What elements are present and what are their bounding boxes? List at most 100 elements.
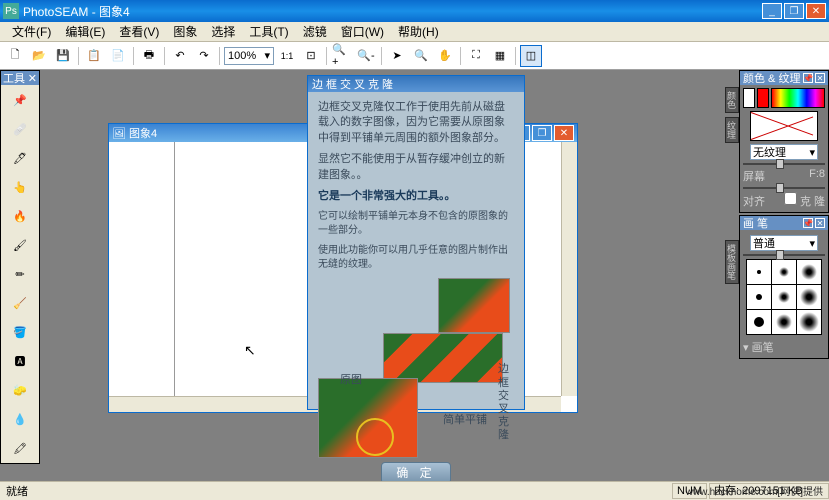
menu-filter[interactable]: 滤镜 [297,21,333,42]
background-swatch[interactable] [757,88,769,108]
stamp-tool[interactable]: 🖊 [2,144,38,172]
brush-grid [746,259,822,335]
pencil-tool[interactable]: ✏ [2,260,38,288]
vertical-scrollbar[interactable] [561,142,577,396]
screen-label: 屏幕 [743,168,765,184]
watermark: www.hackhome.com[网侠]提供 [686,483,823,498]
menu-help[interactable]: 帮助(H) [392,21,445,42]
panel-pin-icon[interactable]: 📌 [803,73,813,83]
droplet-tool[interactable]: 💧 [2,405,38,433]
brush-side-tab[interactable]: 模板画笔 [725,240,739,284]
workspace: 工具✕ 📌 🩹 🖊 👆 🔥 🖌 ✏ 🧹 🪣 🅰 🧽 💧 🖍 🖼 图象4 _ ❐ … [0,70,829,481]
dialog-body: 边框交叉克隆仅工作于使用先前从磁盘载入的数字图像，因为它需要从原图象中得到平铺单… [308,92,524,492]
title-bar: Ps PhotoSEAM - 图象4 _ ❐ ✕ [0,0,829,22]
brush-preset-2[interactable] [772,260,796,284]
dialog-text-4: 它可以绘制平铺单元本身不包含的原图象的一些部分。 [318,210,514,238]
pointer-tool[interactable]: ➤ [386,45,408,67]
texture-preview[interactable] [750,111,818,141]
brush-close-icon[interactable]: ✕ [815,218,825,228]
texture-dropdown[interactable]: 无纹理▾ [750,144,818,160]
brush-mode-dropdown[interactable]: 普通▾ [750,235,818,251]
color-spectrum[interactable] [771,88,825,108]
smudge-tool[interactable]: 👆 [2,173,38,201]
brush-preset-5[interactable] [772,285,796,309]
screen-value: F:8 [809,168,825,184]
crop-tool[interactable]: ⛶ [465,45,487,67]
zoom-input[interactable]: 100%▾ [224,47,274,65]
dialog-text-5: 使用此功能你可以用几乎任意的图片制作出无缝的纹理。 [318,244,514,272]
window-buttons: _ ❐ ✕ [762,3,826,19]
menu-edit[interactable]: 编辑(E) [59,21,111,42]
open-button[interactable]: 📂 [28,45,50,67]
label-simple-tile: 简单平铺 [443,413,487,428]
align-label: 对齐 [743,193,765,209]
copy-button[interactable]: 📋 [83,45,105,67]
dialog-illustration: 原图 简单平铺 边框 交叉 克隆 [318,278,514,458]
zoom-out-button[interactable]: 🔍- [355,45,377,67]
maximize-button[interactable]: ❐ [784,3,804,19]
canvas-maximize[interactable]: ❐ [532,125,552,141]
grid-tool[interactable]: ▦ [489,45,511,67]
clone-dialog: 边框交叉克隆 边框交叉克隆仅工作于使用先前从磁盘载入的数字图像，因为它需要从原图… [307,75,525,410]
burn-tool[interactable]: 🔥 [2,202,38,230]
save-button[interactable]: 💾 [52,45,74,67]
eraser-tool[interactable]: 🧹 [2,289,38,317]
heal-tool[interactable]: 🩹 [2,115,38,143]
opacity-slider[interactable] [743,163,825,165]
print-button[interactable]: 🖶 [138,45,160,67]
menu-window[interactable]: 窗口(W) [335,21,390,42]
foreground-swatch[interactable] [743,88,755,108]
spray-tool[interactable]: 🖍 [2,434,38,462]
clone-checkbox[interactable] [784,192,797,205]
brush-preset-7[interactable] [747,310,771,334]
brush-panel-title: 画 笔 📌✕ [740,216,828,230]
brush-preset-6[interactable] [797,285,821,309]
clean-tool[interactable]: 🧽 [2,376,38,404]
canvas-close[interactable]: ✕ [554,125,574,141]
clone-tool[interactable]: 📌 [2,86,38,114]
brush-preset-9[interactable] [797,310,821,334]
brush-size-slider[interactable] [743,254,825,256]
canvas-doc-icon: 🖼 [112,128,126,140]
app-title: PhotoSEAM - 图象4 [23,3,762,20]
magnifier-tool[interactable]: 🔍 [410,45,432,67]
text-tool[interactable]: 🅰 [2,347,38,375]
panel-close-icon[interactable]: ✕ [815,73,825,83]
brush-tool[interactable]: 🖌 [2,231,38,259]
fill-tool[interactable]: 🪣 [2,318,38,346]
dialog-title[interactable]: 边框交叉克隆 [308,76,524,92]
menu-bar: 文件(F) 编辑(E) 查看(V) 图象 选择 工具(T) 滤镜 窗口(W) 帮… [0,22,829,42]
brush-preset-4[interactable] [747,285,771,309]
toolbox-title: 工具✕ [1,71,39,85]
right-panels: 颜色 纹理 颜色 & 纹理 📌✕ 无纹理▾ 屏幕F:8 对齐 克 隆 [739,70,829,359]
zoom-actual-button[interactable]: ⊡ [300,45,322,67]
texture-side-tab[interactable]: 纹理 [725,117,739,143]
hand-tool[interactable]: ✋ [434,45,456,67]
ratio-slider[interactable] [743,187,825,189]
menu-file[interactable]: 文件(F) [6,21,57,42]
menu-tools[interactable]: 工具(T) [243,21,294,42]
tile-preview-tool[interactable]: ◫ [520,45,542,67]
close-button[interactable]: ✕ [806,3,826,19]
color-panel-title: 颜色 & 纹理 📌✕ [740,71,828,85]
brush-section-label[interactable]: 画笔 [752,342,774,354]
status-text: 就绪 [0,483,34,499]
paste-button[interactable]: 📄 [107,45,129,67]
undo-button[interactable]: ↶ [169,45,191,67]
zoom-fit-button[interactable]: 1:1 [276,45,298,67]
app-icon: Ps [3,3,19,19]
color-side-tab[interactable]: 颜色 [725,87,739,113]
cursor-icon: ↖ [244,342,256,359]
brush-preset-1[interactable] [747,260,771,284]
brush-preset-3[interactable] [797,260,821,284]
minimize-button[interactable]: _ [762,3,782,19]
brush-pin-icon[interactable]: 📌 [803,218,813,228]
new-button[interactable]: 🗋 [4,45,26,67]
menu-image[interactable]: 图象 [167,21,203,42]
brush-preset-8[interactable] [772,310,796,334]
illustration-clone [438,278,510,333]
menu-view[interactable]: 查看(V) [113,21,165,42]
menu-select[interactable]: 选择 [205,21,241,42]
zoom-in-button[interactable]: 🔍+ [331,45,353,67]
redo-button[interactable]: ↷ [193,45,215,67]
